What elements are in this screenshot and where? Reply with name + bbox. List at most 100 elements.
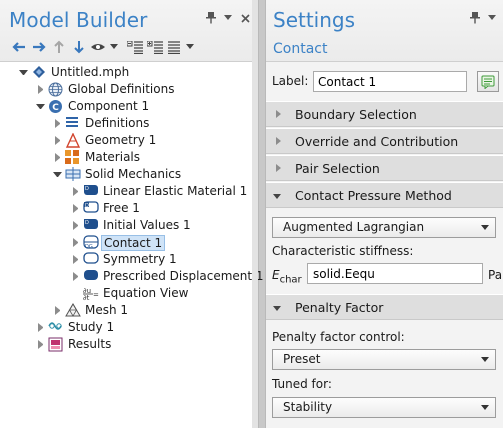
dropdown-arrow-icon	[481, 405, 489, 410]
comments-button[interactable]	[477, 71, 499, 92]
collapse-arrow-icon[interactable]	[53, 172, 62, 181]
move-down-icon[interactable]	[69, 38, 89, 56]
section-contact-pressure-method[interactable]: Contact Pressure Method	[266, 182, 503, 208]
expand-arrow-icon[interactable]	[38, 340, 47, 349]
tree-item-study-1[interactable]: Study 1	[0, 319, 258, 336]
label-input[interactable]	[313, 71, 467, 92]
svg-text:D: D	[85, 220, 89, 226]
section-title: Override and Contribution	[295, 134, 459, 149]
model-builder-header: Model Builder	[0, 0, 258, 62]
tree-item-free-1[interactable]: D Free 1	[0, 200, 258, 217]
echar-symbol-letter: E	[272, 268, 280, 282]
expand-arrow-icon[interactable]	[73, 187, 82, 196]
settings-window-controls	[470, 12, 497, 24]
tree-item-label: Symmetry 1	[103, 252, 177, 266]
char-stiffness-label: Characteristic stiffness:	[272, 244, 414, 258]
tree-item-label: Untitled.mph	[51, 65, 130, 79]
comments-icon	[481, 75, 495, 89]
svg-text:=f: =f	[93, 291, 99, 299]
expand-arrow-icon[interactable]	[73, 255, 82, 264]
tree-item-linear-elastic-material-1[interactable]: D Linear Elastic Material 1	[0, 183, 258, 200]
model-builder-window-controls	[206, 12, 250, 24]
tree-item-symmetry-1[interactable]: Symmetry 1	[0, 251, 258, 268]
view-menu-icon[interactable]	[487, 12, 497, 24]
component-icon: C	[48, 99, 64, 114]
collapse-arrow-icon[interactable]	[36, 104, 45, 113]
tree-item-mesh-1[interactable]: Mesh 1	[0, 302, 258, 319]
expand-arrow-icon[interactable]	[55, 119, 64, 128]
section-pair-selection[interactable]: Pair Selection	[266, 155, 503, 181]
dropdown-arrow-icon	[481, 225, 489, 230]
expand-arrow-icon[interactable]	[55, 153, 64, 162]
tuned-for-select[interactable]: Stability	[272, 397, 496, 418]
section-boundary-selection[interactable]: Boundary Selection	[266, 101, 503, 127]
section-title: Contact Pressure Method	[295, 188, 452, 203]
tree-view-options-icon[interactable]	[165, 38, 185, 56]
tree-item-label: Materials	[85, 150, 141, 164]
penalty-control-value: Preset	[283, 352, 321, 366]
section-override-contribution[interactable]: Override and Contribution	[266, 128, 503, 154]
tree-item-global-definitions[interactable]: Global Definitions	[0, 81, 258, 98]
echar-input[interactable]	[307, 263, 483, 284]
collapse-arrow-icon	[273, 194, 281, 199]
boundary-outline-icon	[83, 252, 99, 267]
contact-method-select[interactable]: Augmented Lagrangian	[272, 217, 496, 238]
forward-arrow-icon[interactable]	[29, 38, 49, 56]
tree-item-label: Contact 1	[101, 235, 166, 251]
section-penalty-factor[interactable]: Penalty Factor	[266, 294, 503, 320]
expand-arrow-icon[interactable]	[73, 238, 82, 247]
materials-icon	[65, 150, 81, 165]
tree-item-equation-view[interactable]: ∂u∂t=fEquation View	[0, 285, 258, 302]
tree-item-solid-mechanics[interactable]: Solid Mechanics	[0, 166, 258, 183]
model-file-icon	[31, 65, 47, 80]
tree-item-contact-1[interactable]: DG Contact 1	[0, 234, 258, 251]
svg-text:C: C	[52, 103, 59, 113]
model-builder-toolbar	[9, 38, 195, 56]
view-menu-icon[interactable]	[223, 12, 233, 24]
show-dropdown-icon[interactable]	[109, 38, 119, 56]
penalty-control-select[interactable]: Preset	[272, 349, 496, 370]
pin-icon[interactable]	[470, 12, 480, 24]
expand-all-icon[interactable]	[145, 38, 165, 56]
expand-arrow-icon[interactable]	[38, 323, 47, 332]
pin-icon[interactable]	[206, 12, 216, 24]
tree-item-results[interactable]: Results	[0, 336, 258, 353]
tree-item-prescribed-displacement-1[interactable]: Prescribed Displacement 1	[0, 268, 264, 285]
tuned-for-label: Tuned for:	[272, 377, 332, 391]
expand-arrow-icon[interactable]	[73, 221, 82, 230]
tree-item-label: Mesh 1	[85, 303, 129, 317]
tree-item-initial-values-1[interactable]: D Initial Values 1	[0, 217, 258, 234]
model-builder-panel: Model Builder Untitled.mph Global Defini…	[0, 0, 264, 428]
equation-view-icon: ∂u∂t=f	[83, 286, 102, 302]
expand-arrow-icon[interactable]	[55, 306, 64, 315]
collapse-arrow-icon	[273, 306, 281, 311]
results-icon	[48, 337, 64, 352]
tree-item-label: Global Definitions	[68, 82, 175, 96]
svg-text:D: D	[85, 203, 89, 209]
tree-item-component-1[interactable]: C Component 1	[0, 98, 258, 115]
model-builder-title: Model Builder	[9, 8, 148, 32]
expand-arrow-icon[interactable]	[38, 85, 47, 94]
echar-subscript: char	[279, 274, 302, 286]
show-icon[interactable]	[89, 38, 109, 56]
tree-item-definitions[interactable]: Definitions	[0, 115, 258, 132]
tree-item-materials[interactable]: Materials	[0, 149, 258, 166]
expand-arrow-icon[interactable]	[55, 136, 64, 145]
label-row: Label:	[272, 71, 499, 93]
boundary-feature-icon: D	[83, 201, 99, 216]
tree-item-geometry-1[interactable]: Geometry 1	[0, 132, 258, 149]
tree-item-untitled[interactable]: Untitled.mph	[0, 64, 258, 81]
back-arrow-icon[interactable]	[9, 38, 29, 56]
section-title: Boundary Selection	[295, 107, 417, 122]
collapse-all-icon[interactable]	[125, 38, 145, 56]
move-up-icon[interactable]	[49, 38, 69, 56]
close-icon[interactable]	[240, 12, 250, 24]
expand-arrow-icon[interactable]	[73, 272, 82, 281]
expand-arrow-icon[interactable]	[73, 204, 82, 213]
panel-splitter[interactable]	[252, 0, 258, 428]
tree-item-label: Component 1	[68, 99, 150, 113]
tree-item-label: Prescribed Displacement 1	[103, 269, 264, 283]
tree-item-label: Solid Mechanics	[85, 167, 182, 181]
collapse-arrow-icon[interactable]	[19, 70, 28, 79]
tree-view-dropdown-icon[interactable]	[185, 38, 195, 56]
